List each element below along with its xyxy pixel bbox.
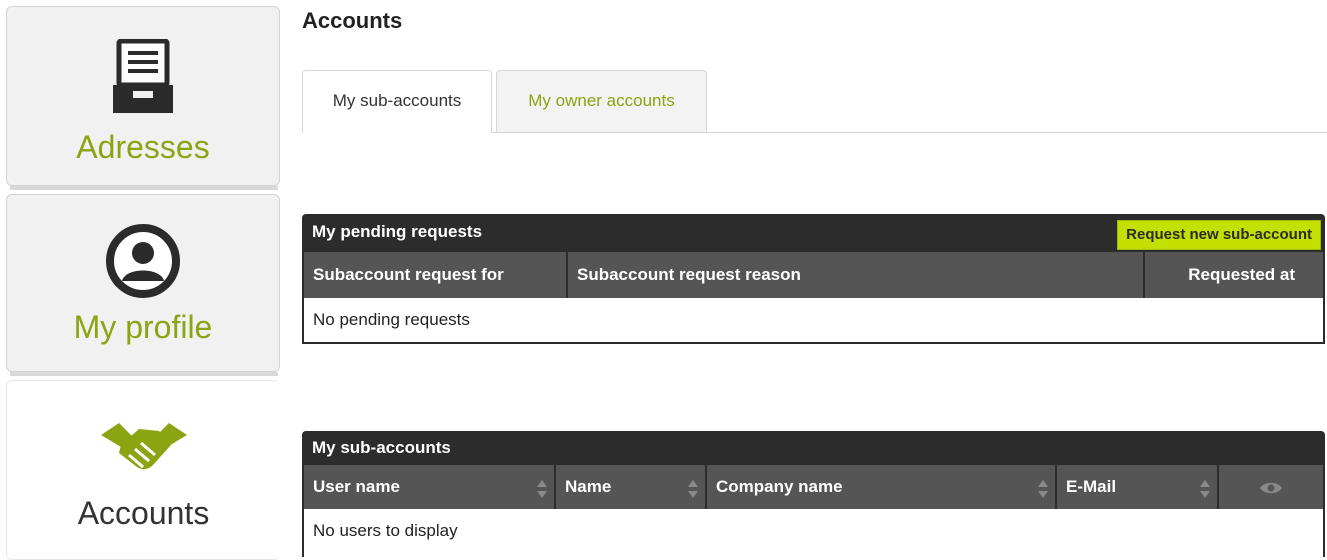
column-label: Name	[565, 477, 612, 496]
file-cabinet-icon	[111, 38, 175, 120]
column-label: E-Mail	[1066, 477, 1117, 496]
sidebar: Adresses My profile Accounts	[0, 0, 284, 560]
column-header-name[interactable]: Name	[556, 465, 707, 509]
panel-header: My pending requests Request new sub-acco…	[304, 216, 1323, 252]
panel-title: My sub-accounts	[312, 438, 451, 457]
eye-icon	[1259, 477, 1283, 496]
column-label: Company name	[716, 477, 843, 496]
divider	[10, 372, 278, 376]
request-new-sub-account-button[interactable]: Request new sub-account	[1117, 220, 1321, 250]
pending-requests-panel: My pending requests Request new sub-acco…	[302, 214, 1325, 344]
sidebar-item-adresses[interactable]: Adresses	[6, 6, 280, 186]
column-header-email[interactable]: E-Mail	[1057, 465, 1219, 509]
tab-bar: My sub-accounts My owner accounts	[302, 70, 1327, 133]
column-header[interactable]: Subaccount request for	[304, 252, 568, 298]
user-circle-icon	[105, 223, 181, 304]
sub-accounts-panel: My sub-accounts User name Name Company n…	[302, 431, 1325, 557]
sidebar-item-accounts[interactable]: Accounts	[6, 380, 280, 560]
table-header: Subaccount request for Subaccount reques…	[304, 252, 1323, 298]
tab-my-owner-accounts[interactable]: My owner accounts	[496, 70, 707, 132]
column-header[interactable]: Subaccount request reason	[568, 252, 1145, 298]
sort-icon[interactable]	[1200, 480, 1210, 498]
sidebar-item-label: My profile	[73, 309, 213, 345]
sidebar-item-label: Adresses	[76, 129, 210, 165]
empty-row: No users to display	[304, 509, 1323, 557]
column-header-company-name[interactable]: Company name	[707, 465, 1057, 509]
table-header: User name Name Company name E-Mail	[304, 465, 1323, 509]
empty-row: No pending requests	[304, 298, 1323, 342]
panel-title: My pending requests	[312, 222, 483, 241]
tab-my-sub-accounts[interactable]: My sub-accounts	[302, 70, 492, 133]
sidebar-item-my-profile[interactable]: My profile	[6, 194, 280, 372]
column-header[interactable]: Requested at	[1145, 252, 1323, 298]
sort-icon[interactable]	[537, 480, 547, 498]
sort-icon[interactable]	[688, 480, 698, 498]
panel-header: My sub-accounts	[304, 433, 1323, 465]
divider	[10, 186, 278, 190]
sidebar-item-label: Accounts	[77, 495, 210, 531]
sort-icon[interactable]	[1038, 480, 1048, 498]
column-label: User name	[313, 477, 400, 496]
page-title: Accounts	[302, 8, 403, 33]
column-header-user-name[interactable]: User name	[304, 465, 556, 509]
handshake-icon	[99, 419, 189, 482]
column-header-view[interactable]	[1219, 465, 1323, 509]
